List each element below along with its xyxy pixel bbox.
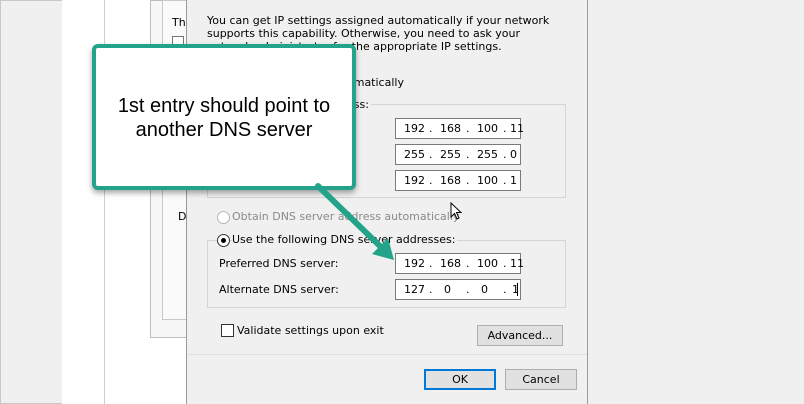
callout-arrow-icon: [315, 183, 394, 260]
